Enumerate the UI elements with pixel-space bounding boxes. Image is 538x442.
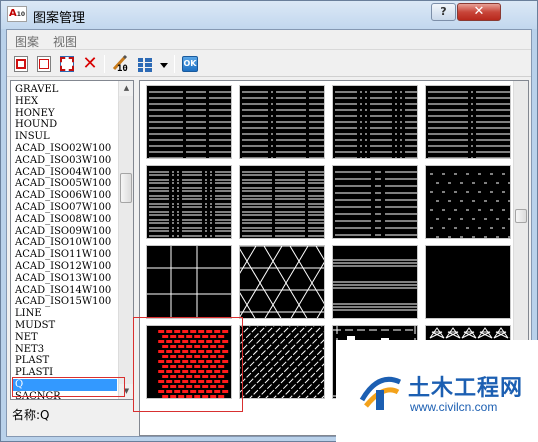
pattern-list-item[interactable]: ACAD_ISO02W100 xyxy=(15,143,111,155)
import-pattern-icon[interactable] xyxy=(34,54,54,74)
title-bar[interactable]: A10 图案管理 ? ✕ xyxy=(1,1,537,29)
pattern-preview-dash-lines-short xyxy=(335,91,417,158)
list-scrollbar[interactable]: ▲ ▼ xyxy=(118,81,133,399)
pattern-list-item[interactable]: MUDST xyxy=(15,320,55,332)
selection-highlight-box xyxy=(12,377,125,397)
pattern-list-item[interactable]: HOUND xyxy=(15,119,57,131)
scroll-up-icon[interactable]: ▲ xyxy=(119,81,133,96)
delete-icon[interactable]: ✕ xyxy=(80,54,100,74)
pattern-preview-dash-dot-lines xyxy=(242,91,324,158)
pattern-tile[interactable] xyxy=(425,85,511,159)
app-icon: A10 xyxy=(7,6,27,22)
pattern-tile[interactable] xyxy=(332,85,418,159)
app-icon-version: 10 xyxy=(16,11,26,18)
grid-scroll-thumb[interactable] xyxy=(515,209,527,223)
toolbar: ✕ 10 OK xyxy=(7,51,531,77)
pattern-preview-dash-lines-long xyxy=(428,91,510,158)
pattern-preview-dash-long-short xyxy=(335,171,417,236)
pattern-tile[interactable] xyxy=(239,325,325,399)
ok-button[interactable]: OK xyxy=(180,54,200,74)
pattern-list-item[interactable]: ACAD_ISO15W100 xyxy=(15,296,111,308)
pattern-list-item[interactable]: ACAD_ISO07W100 xyxy=(15,202,111,214)
menu-bar: 图案 视图 xyxy=(7,30,531,50)
pattern-tile[interactable] xyxy=(425,245,511,319)
toolbar-separator xyxy=(104,55,105,73)
new-pattern-icon[interactable] xyxy=(11,54,31,74)
view-dropdown-icon[interactable] xyxy=(160,63,168,68)
pattern-list-item[interactable]: ACAD_ISO10W100 xyxy=(15,237,111,249)
watermark-url: www.civilcn.com xyxy=(410,400,498,414)
app-icon-letter: A xyxy=(8,8,17,19)
pattern-list-item[interactable]: INSUL xyxy=(15,131,50,143)
pattern-tile[interactable] xyxy=(239,245,325,319)
pattern-list-item[interactable]: ACAD_ISO06W100 xyxy=(15,190,111,202)
pattern-tile[interactable] xyxy=(239,85,325,159)
pattern-list-item[interactable]: ACAD_ISO04W100 xyxy=(15,167,111,179)
pattern-tile[interactable] xyxy=(425,165,511,239)
menu-view[interactable]: 视图 xyxy=(53,33,77,50)
pattern-list-item[interactable]: ACAD_ISO03W100 xyxy=(15,155,111,167)
toolbar-label-text: 10 xyxy=(117,64,128,74)
pattern-list-item[interactable]: LINE xyxy=(15,308,42,320)
pattern-list-item[interactable]: HONEY xyxy=(15,108,55,120)
pattern-preview-grid-square xyxy=(147,246,231,318)
pattern-list-item[interactable]: ACAD_ISO13W100 xyxy=(15,273,111,285)
civilcn-logo-icon xyxy=(359,376,402,410)
pattern-tile[interactable] xyxy=(146,245,232,319)
pattern-list-item[interactable]: NET3 xyxy=(15,344,44,356)
pattern-preview-double-dash-lines xyxy=(149,171,231,237)
pattern-list-item[interactable]: ACAD_ISO14W100 xyxy=(15,285,111,297)
pattern-tile[interactable] xyxy=(239,165,325,239)
pattern-list-item[interactable]: ACAD_ISO08W100 xyxy=(15,214,111,226)
ok-icon: OK xyxy=(182,56,198,72)
pattern-highlight-box xyxy=(133,317,243,412)
pattern-list-item[interactable]: GRAVEL xyxy=(15,84,58,96)
window-title: 图案管理 xyxy=(33,11,86,26)
pencil-label-icon[interactable]: 10 xyxy=(110,54,130,74)
pattern-list-item[interactable]: ACAD_ISO05W100 xyxy=(15,178,111,190)
pattern-list-item[interactable]: ACAD_ISO09W100 xyxy=(15,226,111,238)
pattern-list-item[interactable]: ACAD_ISO11W100 xyxy=(15,249,111,261)
edit-pattern-icon[interactable] xyxy=(57,54,77,74)
menu-pattern[interactable]: 图案 xyxy=(15,33,39,50)
pattern-preview-sparse-dots xyxy=(430,173,510,238)
list-scroll-thumb[interactable] xyxy=(120,173,132,203)
pattern-name-label: 名称:Q xyxy=(12,408,50,422)
pattern-preview-triangles xyxy=(240,246,324,318)
toolbar-separator-2 xyxy=(174,55,175,73)
pattern-list-item[interactable]: NET xyxy=(15,332,38,344)
pattern-tile[interactable] xyxy=(332,165,418,239)
pattern-list-item[interactable]: PLAST xyxy=(15,355,49,367)
pattern-preview-double-dash-lines-2 xyxy=(242,171,324,237)
pattern-list[interactable]: GRAVEL HEX HONEY HOUND INSUL ACAD_ISO02W100 AC… xyxy=(10,80,134,400)
pattern-preview-blank xyxy=(426,246,511,319)
pattern-preview-diagonal xyxy=(240,326,324,398)
pattern-list-item[interactable]: ACAD_ISO12W100 xyxy=(15,261,111,273)
help-button[interactable]: ? xyxy=(431,3,456,21)
close-button[interactable]: ✕ xyxy=(457,3,501,21)
pattern-tile[interactable] xyxy=(332,245,418,319)
pattern-preview-triple-lines xyxy=(333,259,417,311)
view-grid-icon[interactable] xyxy=(135,54,155,74)
pattern-tile[interactable] xyxy=(146,85,232,159)
watermark-title: 土木工程网 xyxy=(408,376,524,401)
pattern-tile[interactable] xyxy=(146,165,232,239)
pattern-preview-dash-lines xyxy=(149,91,231,158)
pattern-list-item[interactable]: HEX xyxy=(15,96,38,108)
watermark: 土木工程网 www.civilcn.com xyxy=(336,340,538,442)
